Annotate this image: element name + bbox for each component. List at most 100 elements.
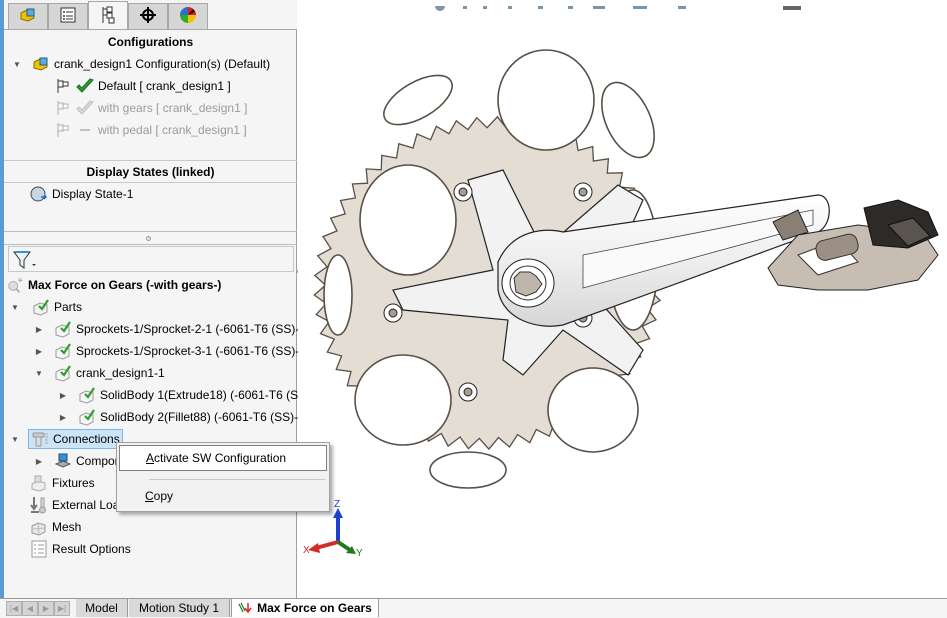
menu-item-label: ctivate SW Configuration [154, 451, 287, 465]
connections-bolt-icon [31, 430, 49, 448]
sprocket-cutout [547, 367, 639, 453]
menu-item-label: opy [153, 489, 174, 503]
expand-arrow-icon[interactable]: ▶ [34, 324, 44, 334]
sprocket-cutout [359, 164, 457, 276]
part-label: Sprockets-1/Sprocket-2-1 (-6061-T6 (SS)-… [76, 322, 304, 336]
inactive-check-icon [76, 99, 94, 117]
result-options-icon [30, 540, 48, 558]
sprocket-cutout [383, 74, 453, 126]
tab-label: Motion Study 1 [138, 601, 220, 615]
solid-body-label: SolidBody 2(Fillet88) (-6061-T6 (SS)-) [100, 410, 303, 424]
collapse-arrow-icon[interactable]: ▼ [34, 368, 44, 378]
menu-item-copy[interactable]: Copy [119, 483, 327, 509]
solid-body-icon [54, 320, 72, 338]
part-label: crank_design1-1 [76, 366, 165, 380]
collapse-arrow-icon[interactable]: ▼ [12, 59, 22, 69]
tab-display-manager[interactable] [168, 3, 208, 30]
tree-node-part[interactable]: ▶ Sprockets-1/Sprocket-2-1 (-6061-T6 (SS… [34, 319, 303, 339]
parts-icon [32, 298, 50, 316]
mesh-icon [30, 518, 48, 536]
triad-z-label: Z [334, 499, 340, 510]
expand-arrow-icon[interactable]: ▶ [58, 390, 68, 400]
tree-node-fixtures[interactable]: Fixtures [30, 473, 95, 493]
crank-assembly-model[interactable] [298, 0, 947, 598]
section-divider [4, 160, 297, 161]
solid-body-icon [54, 364, 72, 382]
expand-arrow-icon[interactable]: ▶ [58, 412, 68, 422]
fixtures-icon [30, 474, 48, 492]
tab-property-manager[interactable] [48, 3, 88, 30]
external-loads-icon [30, 496, 48, 514]
configuration-root[interactable]: ▼ crank_design1 Configuration(s) (Defaul… [12, 54, 270, 74]
expand-arrow-icon[interactable]: ▶ [34, 456, 44, 466]
static-study-icon [6, 276, 24, 294]
study-name: Max Force on Gears (-with gears-) [28, 278, 222, 292]
tab-motion-study-1[interactable]: Motion Study 1 [129, 599, 230, 617]
config-item-default[interactable]: Default [ crank_design1 ] [54, 76, 231, 96]
tab-label: Max Force on Gears [257, 601, 372, 615]
filter-icon[interactable] [13, 250, 37, 273]
tree-node-solid-body[interactable]: ▶ SolidBody 1(Extrude18) (-6061-T6 (SS)-… [58, 385, 318, 405]
tree-node-mesh[interactable]: Mesh [30, 517, 81, 537]
fixtures-label: Fixtures [52, 476, 95, 490]
tree-node-part[interactable]: ▶ Sprockets-1/Sprocket-3-1 (-6061-T6 (SS… [34, 341, 303, 361]
study-root[interactable]: Max Force on Gears (-with gears-) [6, 275, 221, 295]
prev-tab-button[interactable]: ◀ [22, 601, 38, 616]
menu-accel: A [146, 451, 155, 465]
solid-body-label: SolidBody 1(Extrude18) (-6061-T6 (SS)-) [100, 388, 319, 402]
config-item-with-gears[interactable]: with gears [ crank_design1 ] [54, 98, 247, 118]
part-icon [19, 7, 37, 26]
collapse-arrow-icon[interactable]: ▼ [10, 302, 20, 312]
dash-icon [76, 121, 94, 139]
section-divider [4, 244, 297, 245]
tab-max-force-on-gears[interactable]: Max Force on Gears [231, 599, 379, 617]
sprocket-cutout [429, 451, 507, 489]
solidworks-window: Configurations ▼ crank_design1 Configura… [0, 0, 947, 618]
sprocket-cutout [354, 354, 452, 446]
sprocket-cutout [497, 49, 595, 151]
menu-separator [149, 479, 325, 480]
simulation-study-icon [238, 602, 252, 614]
display-state-icon [30, 185, 48, 203]
property-list-icon [60, 7, 76, 26]
tree-node-solid-body[interactable]: ▶ SolidBody 2(Fillet88) (-6061-T6 (SS)-) [58, 407, 302, 427]
tree-filter[interactable] [8, 246, 294, 272]
solid-body-icon [78, 408, 96, 426]
configuration-root-label: crank_design1 Configuration(s) (Default) [54, 57, 271, 71]
config-flag-icon [54, 99, 72, 117]
tree-node-result-options[interactable]: Result Options [30, 539, 131, 559]
crosshair-icon [139, 6, 157, 27]
display-state-item[interactable]: Display State-1 [30, 184, 133, 204]
tabs-divider [4, 29, 297, 30]
config-item-with-pedal[interactable]: with pedal [ crank_design1 ] [54, 120, 247, 140]
tab-model[interactable]: Model [76, 599, 128, 617]
menu-item-activate-sw-configuration[interactable]: Activate SW Configuration [119, 445, 327, 471]
config-item-label: Default [ crank_design1 ] [98, 79, 231, 93]
configurations-title: Configurations [107, 35, 194, 49]
connections-selected[interactable]: Connections [28, 429, 123, 449]
tab-configuration-manager[interactable] [88, 1, 128, 30]
tab-feature-manager[interactable] [8, 3, 48, 30]
tree-node-part[interactable]: ▼ crank_design1-1 [34, 363, 165, 383]
last-tab-button[interactable]: ▶| [54, 601, 70, 616]
display-state-label: Display State-1 [52, 187, 134, 201]
first-tab-button[interactable]: |◀ [6, 601, 22, 616]
component-contact-icon [54, 452, 72, 470]
panel-splitter[interactable] [4, 231, 297, 232]
next-tab-button[interactable]: ▶ [38, 601, 54, 616]
tree-node-connections[interactable]: ▼ Connections [10, 429, 123, 449]
expand-arrow-icon[interactable]: ▶ [34, 346, 44, 356]
parts-label: Parts [54, 300, 83, 314]
graphics-area[interactable]: Z X Y [298, 0, 947, 598]
pedal[interactable] [767, 199, 939, 291]
bottom-tab-bar: |◀ ◀ ▶ ▶| Model Motion Study 1 Max Force… [0, 598, 947, 618]
part-label: Sprockets-1/Sprocket-3-1 (-6061-T6 (SS)-… [76, 344, 304, 358]
splitter-handle[interactable] [146, 236, 151, 241]
display-states-title: Display States (linked) [86, 165, 215, 179]
collapse-arrow-icon[interactable]: ▼ [10, 434, 20, 444]
tab-scroll-buttons: |◀ ◀ ▶ ▶| [6, 601, 72, 616]
tab-dimxpert-manager[interactable] [128, 3, 168, 30]
configuration-tree-icon [100, 6, 116, 27]
config-item-label: with pedal [ crank_design1 ] [98, 123, 247, 137]
tree-node-parts[interactable]: ▼ Parts [10, 297, 82, 317]
